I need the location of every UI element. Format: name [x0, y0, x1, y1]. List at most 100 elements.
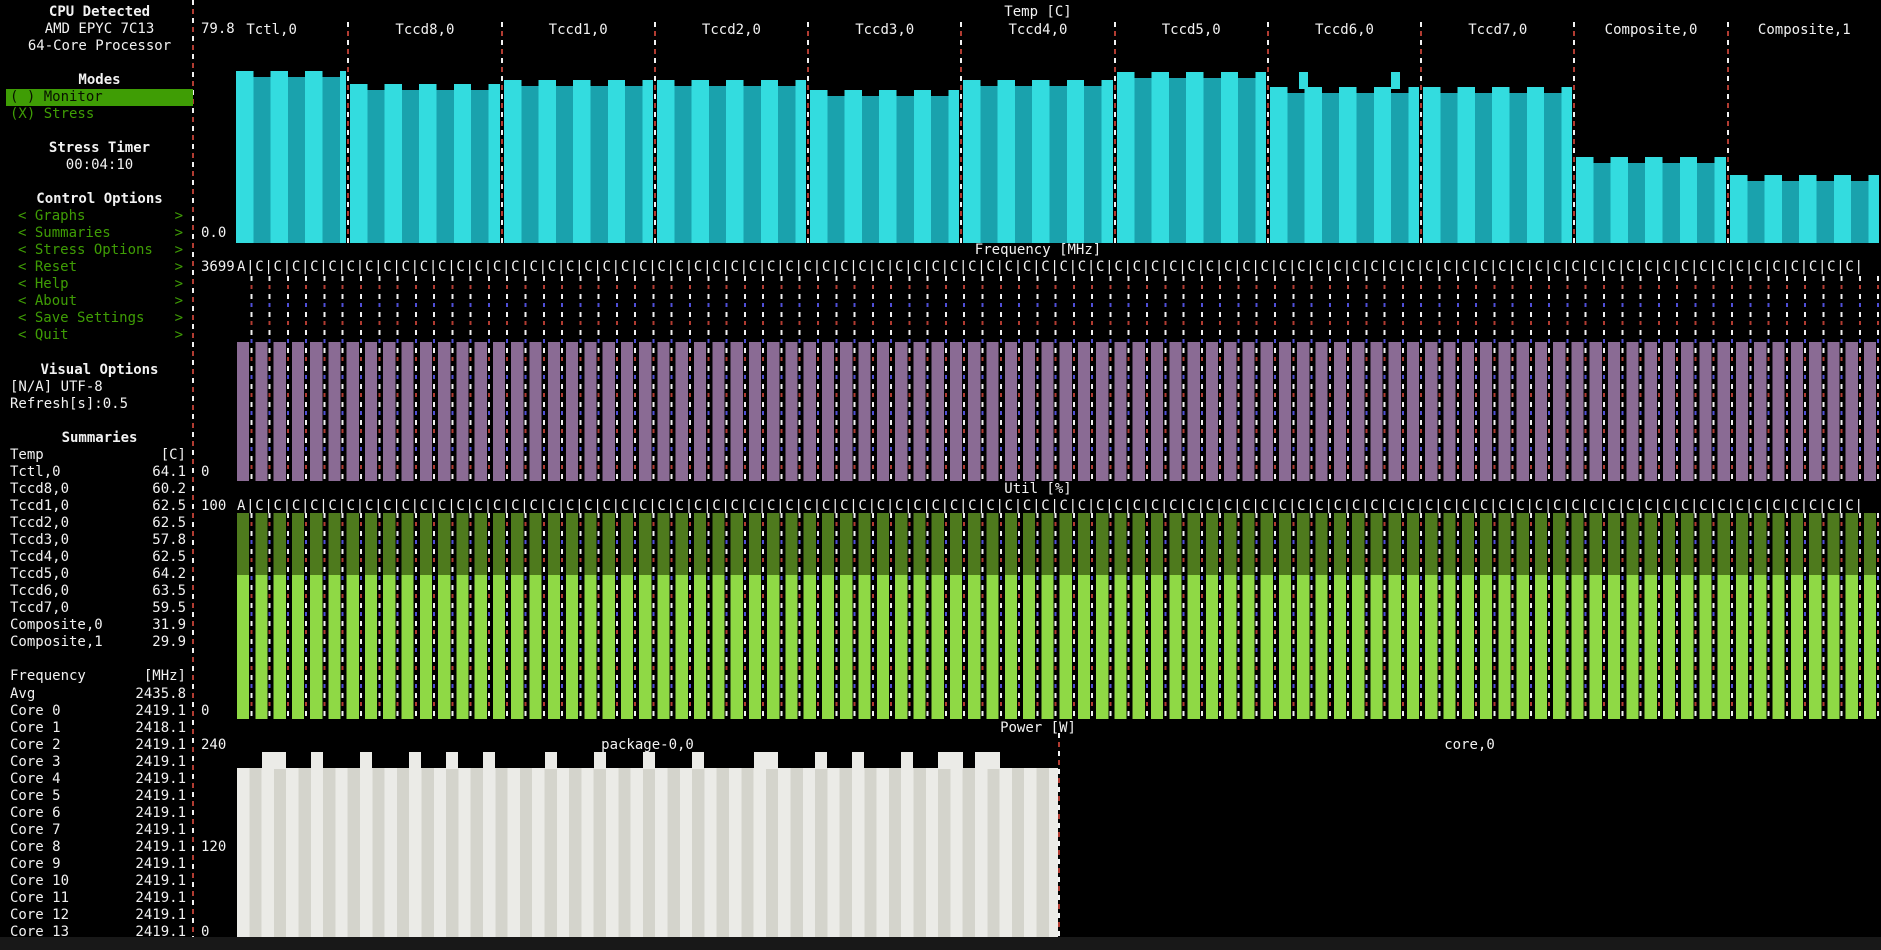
temp-bars	[236, 71, 347, 243]
freq-axis-max: 3699	[201, 259, 235, 276]
temp-graph: Tctl,0 Tccd8,0 Tccd1,0 Tccd2,0 Tccd3,0 Tccd4,…	[195, 22, 1881, 244]
temp-bars	[1729, 174, 1880, 243]
temp-bars	[1576, 156, 1726, 243]
temp-section-tccd6-0: Tccd6,0	[1266, 22, 1421, 244]
freq-graph-title: Frequency [MHz]	[974, 242, 1102, 259]
power-spike	[273, 751, 287, 770]
power-spike	[544, 751, 557, 770]
temp-section-composite-1: Composite,1	[1726, 22, 1881, 244]
temp-section-label: Tccd6,0	[1314, 22, 1374, 38]
temp-bars	[1269, 87, 1420, 243]
temp-graph-title: Temp [C]	[1004, 3, 1072, 20]
temp-bars	[350, 84, 500, 243]
temp-section-separator	[347, 22, 350, 244]
util-bars-bright	[237, 574, 1881, 719]
power-spike	[901, 751, 914, 770]
summary-row-core-4: Core 4 2419.1	[10, 770, 186, 787]
mode-option-stress[interactable]: (X) Stress	[6, 106, 193, 123]
sidebar-menu-save-settings[interactable]: < Save Settings >	[6, 310, 193, 327]
temp-bars	[656, 80, 807, 243]
sidebar-menu-reset[interactable]: < Reset >	[6, 259, 193, 276]
temp-section-separator	[960, 22, 963, 244]
temp-bars	[503, 80, 654, 243]
summary-row-core-0: Core 0 2419.1	[10, 702, 186, 719]
temp-section-tctl-0: Tctl,0	[195, 22, 348, 244]
temp-section-label: Tccd7,0	[1468, 22, 1528, 38]
summary-row-tccd2-0: Tccd2,0 62.5	[10, 515, 186, 531]
sidebar-menu-about[interactable]: < About >	[6, 293, 193, 310]
sidebar-option-n-a-utf-8: [N/A] UTF-8	[10, 378, 103, 395]
temp-section-label: Tccd4,0	[1008, 22, 1068, 38]
summary-row-frequency: Frequency [MHz]	[10, 668, 186, 685]
summary-row-tccd5-0: Tccd5,0 64.2	[10, 566, 186, 583]
temp-bars	[963, 80, 1113, 243]
sidebar-option-refresh-s-0-5: Refresh[s]:0.5	[10, 395, 129, 412]
temp-section-separator	[1726, 22, 1729, 244]
summary-row-core-13: Core 13 2419.1	[10, 924, 186, 941]
power-graph-title: Power [W]	[1000, 719, 1076, 736]
summary-row-core-1: Core 1 2418.1	[10, 719, 186, 736]
summary-row-core-10: Core 10 2419.1	[10, 873, 186, 890]
temp-section-label: Tccd3,0	[855, 22, 915, 38]
temp-bars	[1116, 72, 1267, 243]
power-spike	[753, 751, 766, 770]
summary-row-tccd4-0: Tccd4,0 62.5	[10, 549, 186, 566]
sidebar-menu-summaries[interactable]: < Summaries >	[6, 225, 193, 242]
temp-section-separator	[807, 22, 810, 244]
util-axis-max: 100	[201, 498, 227, 515]
power-spike	[261, 751, 274, 770]
sidebar-heading-visual-options: Visual Options	[40, 361, 159, 378]
sidebar-text-64-core-processor: 64-Core Processor	[27, 37, 172, 54]
summary-row-composite-1: Composite,1 29.9	[10, 634, 186, 651]
temp-section-label: Tccd1,0	[548, 22, 608, 38]
temp-section-separator	[1266, 22, 1269, 244]
summary-row-tctl-0: Tctl,0 64.1	[10, 463, 186, 480]
sidebar-menu-graphs[interactable]: < Graphs >	[6, 208, 193, 225]
mode-option-monitor[interactable]: ( ) Monitor	[6, 88, 193, 106]
summary-row-avg: Avg 2435.8	[10, 685, 186, 702]
power-spike	[852, 751, 865, 770]
power-spike	[409, 751, 422, 770]
summary-row-core-8: Core 8 2419.1	[10, 838, 186, 855]
power-spike	[765, 751, 779, 770]
bottom-edge	[0, 937, 1881, 950]
summary-row-core-2: Core 2 2419.1	[10, 736, 186, 753]
summary-row-tccd6-0: Tccd6,0 63.5	[10, 583, 186, 600]
temp-section-separator	[1420, 22, 1423, 244]
summary-row-tccd7-0: Tccd7,0 59.5	[10, 600, 186, 617]
summary-row-composite-0: Composite,0 31.9	[10, 617, 186, 634]
temp-section-tccd1-0: Tccd1,0	[500, 22, 655, 244]
temp-section-label: Composite,0	[1604, 22, 1698, 38]
power-spike	[815, 751, 828, 770]
power-spike	[446, 751, 459, 770]
freq-core-header: A|C|C|C|C|C|C|C|C|C|C|C|C|C|C|C|C|C|C|C|…	[237, 259, 1864, 276]
sidebar-text-00-04-10: 00:04:10	[65, 156, 134, 173]
power-spike	[975, 751, 988, 770]
temp-section-label: Tccd8,0	[395, 22, 455, 38]
temp-section-separator	[653, 22, 656, 244]
power-section-separator	[1058, 733, 1060, 937]
power-spike	[642, 751, 656, 770]
temp-section-tccd7-0: Tccd7,0	[1420, 22, 1574, 244]
summary-row-tccd8-0: Tccd8,0 60.2	[10, 480, 186, 497]
summary-row-tccd1-0: Tccd1,0 62.5	[10, 497, 186, 514]
power-spike	[950, 751, 963, 770]
s-tui-terminal: Temp [C] 79.8 0.0 Frequency [MHz] 3699 0…	[0, 0, 1881, 950]
temp-section-label: Composite,1	[1757, 22, 1851, 38]
power-spike	[593, 751, 606, 770]
temp-section-label: Tccd2,0	[701, 22, 761, 38]
power-section-label-core: core,0	[1444, 736, 1495, 753]
summary-row-core-12: Core 12 2419.1	[10, 907, 186, 924]
temp-section-tccd8-0: Tccd8,0	[347, 22, 501, 244]
sidebar-menu-quit[interactable]: < Quit >	[6, 327, 193, 344]
temp-section-composite-0: Composite,0	[1573, 22, 1727, 244]
util-axis-min: 0	[201, 702, 210, 719]
util-graph-title: Util [%]	[1004, 481, 1072, 498]
power-axis-max: 240	[201, 736, 227, 753]
summary-row-tccd3-0: Tccd3,0 57.8	[10, 532, 186, 549]
sidebar-menu-help[interactable]: < Help >	[6, 276, 193, 293]
sidebar-menu-stress-options[interactable]: < Stress Options >	[6, 242, 193, 259]
temp-section-label: Tctl,0	[246, 22, 297, 38]
temp-bars	[810, 90, 960, 243]
summary-row-core-5: Core 5 2419.1	[10, 787, 186, 804]
